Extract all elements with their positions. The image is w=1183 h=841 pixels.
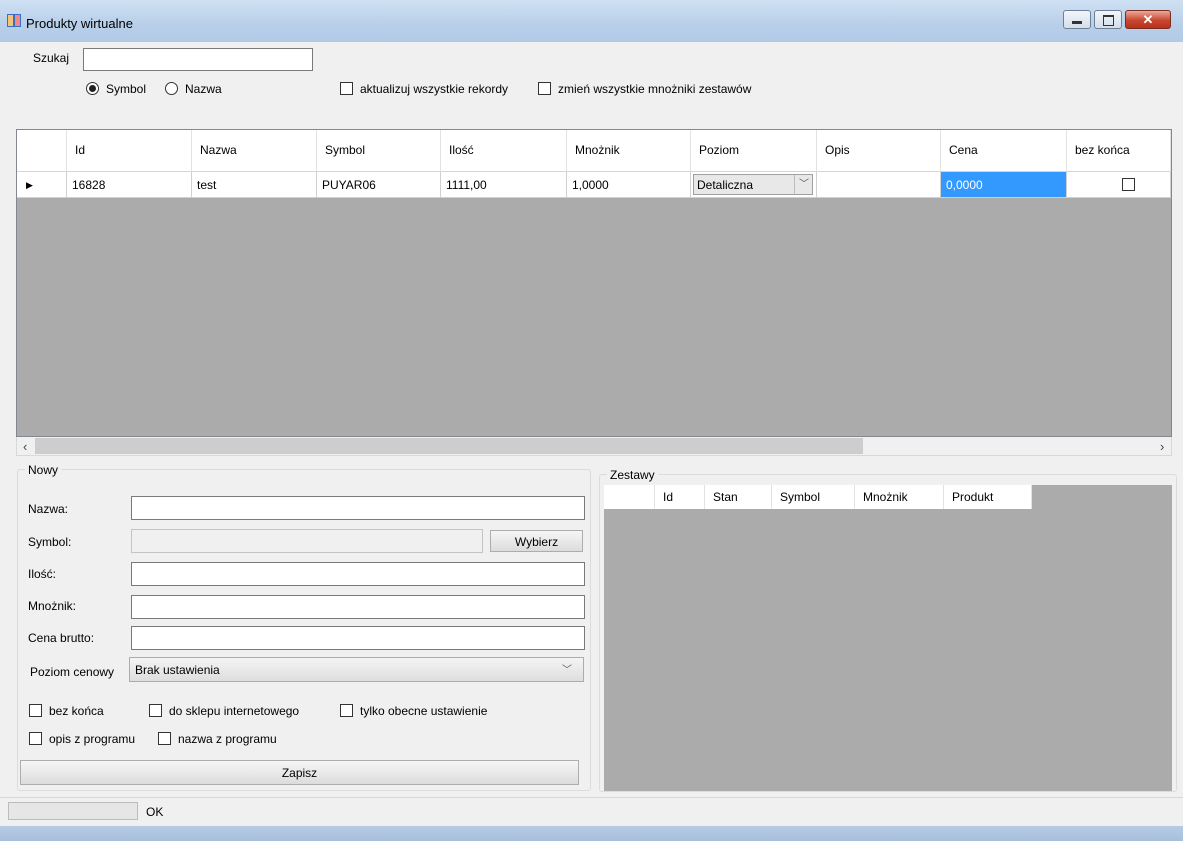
chevron-down-icon[interactable]: ﹀: [794, 175, 813, 194]
cell-poziom[interactable]: Detaliczna ﹀: [691, 172, 817, 198]
cell-cena[interactable]: 0,0000: [941, 172, 1067, 198]
search-input[interactable]: [83, 48, 313, 71]
zestawy-col-id[interactable]: Id: [655, 485, 705, 509]
tylko-obecne-checkbox[interactable]: [340, 704, 353, 717]
app-icon: [7, 14, 21, 27]
cell-nazwa[interactable]: test: [192, 172, 317, 198]
radio-nazwa-label[interactable]: Nazwa: [185, 82, 222, 96]
scroll-left-icon[interactable]: ‹: [23, 439, 27, 454]
col-header-poziom[interactable]: Poziom: [691, 130, 817, 172]
col-header-opis[interactable]: Opis: [817, 130, 941, 172]
mnoznik-input[interactable]: [131, 595, 585, 619]
zestawy-header-corner: [604, 485, 655, 509]
nazwa-z-programu-label[interactable]: nazwa z programu: [178, 732, 277, 746]
nazwa-label: Nazwa:: [28, 502, 69, 516]
nazwa-z-programu-checkbox[interactable]: [158, 732, 171, 745]
cena-brutto-label: Cena brutto:: [28, 631, 95, 645]
mnoznik-label: Mnożnik:: [28, 599, 77, 613]
cell-id[interactable]: 16828: [67, 172, 192, 198]
progress-bar: [8, 802, 138, 820]
col-header-mnoznik[interactable]: Mnożnik: [567, 130, 691, 172]
cell-bez-konca[interactable]: [1067, 172, 1171, 198]
tylko-obecne-label[interactable]: tylko obecne ustawienie: [360, 704, 487, 718]
poziom-dropdown-value: Detaliczna: [697, 178, 754, 192]
maximize-icon: [1103, 15, 1114, 26]
close-button[interactable]: ✕: [1125, 10, 1171, 29]
ilosc-input[interactable]: [131, 562, 585, 586]
ilosc-label: Ilość:: [28, 567, 57, 581]
poziom-dropdown[interactable]: Detaliczna ﹀: [693, 174, 813, 195]
col-header-symbol[interactable]: Symbol: [317, 130, 441, 172]
bez-konca-checkbox[interactable]: [29, 704, 42, 717]
radio-nazwa[interactable]: [165, 82, 178, 95]
col-header-nazwa[interactable]: Nazwa: [192, 130, 317, 172]
zestawy-col-produkt[interactable]: Produkt: [944, 485, 1032, 509]
opis-z-programu-label[interactable]: opis z programu: [49, 732, 135, 746]
scrollbar-thumb[interactable]: [35, 438, 863, 454]
minimize-button[interactable]: [1063, 10, 1091, 29]
cena-brutto-input[interactable]: [131, 626, 585, 650]
window-bottom-frame: [0, 826, 1183, 841]
zapisz-button[interactable]: Zapisz: [20, 760, 579, 785]
poziom-cenowy-select[interactable]: Brak ustawienia ﹀: [129, 657, 584, 682]
poziom-cenowy-label: Poziom cenowy: [30, 665, 115, 679]
cell-opis[interactable]: [817, 172, 941, 198]
bez-konca-label[interactable]: bez końca: [49, 704, 104, 718]
app-window: Produkty wirtualne ✕ Szukaj Symbol Nazwa…: [0, 0, 1183, 841]
zestawy-col-stan[interactable]: Stan: [705, 485, 772, 509]
zestawy-col-mnoznik[interactable]: Mnożnik: [855, 485, 944, 509]
col-header-bez-konca[interactable]: bez końca: [1067, 130, 1171, 172]
zestawy-grid[interactable]: Id Stan Symbol Mnożnik Produkt: [604, 485, 1172, 791]
maximize-button[interactable]: [1094, 10, 1122, 29]
chevron-down-icon[interactable]: ﹀: [562, 661, 572, 676]
symbol-label: Symbol:: [28, 535, 72, 549]
opis-z-programu-checkbox[interactable]: [29, 732, 42, 745]
grid-horizontal-scrollbar[interactable]: ‹ ›: [16, 437, 1172, 456]
cell-ilosc[interactable]: 1111,00: [441, 172, 567, 198]
col-header-ilosc[interactable]: Ilość: [441, 130, 567, 172]
do-sklepu-checkbox[interactable]: [149, 704, 162, 717]
window-title: Produkty wirtualne: [26, 16, 133, 31]
update-all-label[interactable]: aktualizuj wszystkie rekordy: [360, 82, 508, 96]
poziom-cenowy-value: Brak ustawienia: [135, 663, 220, 677]
minimize-icon: [1072, 21, 1082, 24]
change-multipliers-label[interactable]: zmień wszystkie mnożniki zestawów: [558, 82, 751, 96]
search-label: Szukaj: [33, 51, 70, 65]
radio-symbol[interactable]: [86, 82, 99, 95]
scroll-right-icon[interactable]: ›: [1160, 439, 1164, 454]
change-multipliers-checkbox[interactable]: [538, 82, 551, 95]
status-divider: [0, 797, 1183, 798]
update-all-checkbox[interactable]: [340, 82, 353, 95]
title-bar[interactable]: Produkty wirtualne ✕: [0, 0, 1183, 42]
zestawy-group-label: Zestawy: [607, 468, 658, 482]
cell-symbol[interactable]: PUYAR06: [317, 172, 441, 198]
radio-symbol-label[interactable]: Symbol: [106, 82, 146, 96]
nazwa-input[interactable]: [131, 496, 585, 520]
wybierz-button[interactable]: Wybierz: [490, 530, 583, 552]
col-header-cena[interactable]: Cena: [941, 130, 1067, 172]
zestawy-col-symbol[interactable]: Symbol: [772, 485, 855, 509]
grid-header-corner: [17, 130, 67, 172]
symbol-input: [131, 529, 483, 553]
row-pointer-icon: ▶: [26, 180, 33, 190]
close-icon: ✕: [1142, 12, 1154, 27]
row-header[interactable]: ▶: [17, 172, 67, 198]
do-sklepu-label[interactable]: do sklepu internetowego: [169, 704, 299, 718]
radio-dot-icon: [89, 85, 96, 92]
products-grid[interactable]: Id Nazwa Symbol Ilość Mnożnik Poziom Opi…: [16, 129, 1172, 437]
nowy-group-label: Nowy: [25, 463, 62, 477]
cell-mnoznik[interactable]: 1,0000: [567, 172, 691, 198]
col-header-id[interactable]: Id: [67, 130, 192, 172]
bez-konca-row-checkbox[interactable]: [1122, 178, 1135, 191]
status-text: OK: [146, 805, 164, 819]
